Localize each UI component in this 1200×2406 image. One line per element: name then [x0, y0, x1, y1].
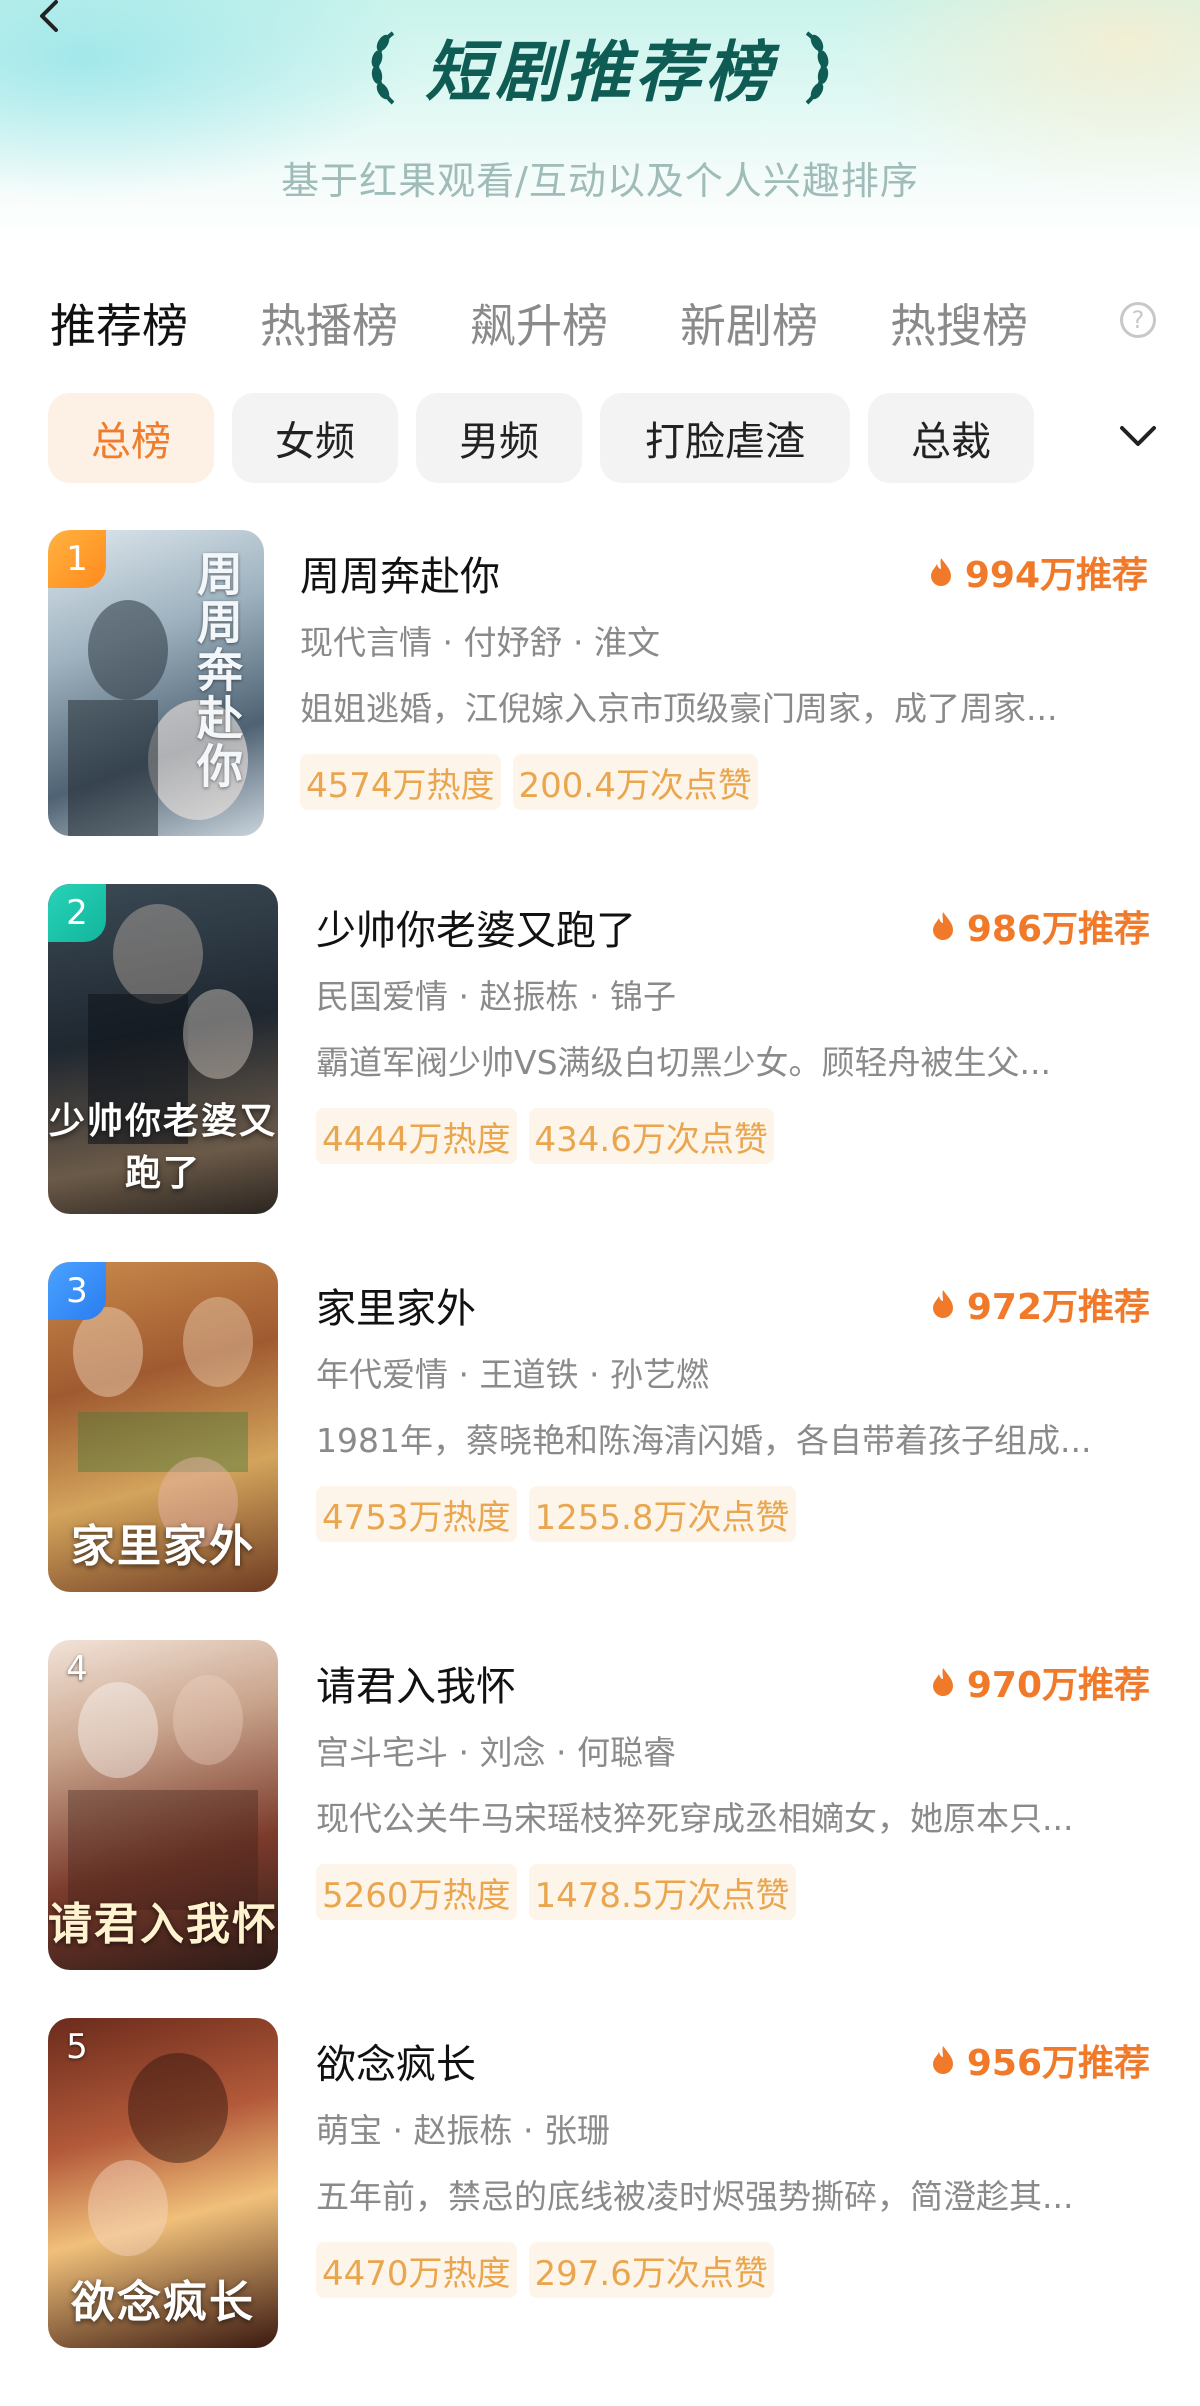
recommend-count: 970万推荐	[931, 1656, 1150, 1708]
tab-hot-play[interactable]: 热播榜	[260, 290, 398, 356]
chip-male[interactable]: 男频	[416, 393, 582, 483]
drama-meta: 萌宝 · 赵振栋 · 张珊	[316, 2111, 610, 2150]
poster-title: 欲念疯长	[71, 2277, 255, 2328]
likes-badge: 434.6万次点赞	[528, 1108, 774, 1164]
list-item[interactable]: 请君入我怀 4 请君入我怀 970万推荐 宫斗宅斗 · 刘念 · 何聪睿 现代公…	[0, 1640, 1200, 1970]
likes-badge: 1255.8万次点赞	[528, 1486, 796, 1542]
drama-poster[interactable]: 少帅你老婆又跑了 2	[48, 884, 278, 1214]
recommend-count: 956万推荐	[931, 2034, 1150, 2086]
heat-badge: 5260万热度	[316, 1864, 517, 1920]
flame-icon	[932, 1290, 953, 1318]
poster-title: 请君入我怀	[48, 1899, 278, 1950]
item-info: 欲念疯长 956万推荐 萌宝 · 赵振栋 · 张珊 五年前，禁忌的底线被凌时烬强…	[316, 2018, 1162, 2348]
page-subtitle: 基于红果观看/互动以及个人兴趣排序	[281, 159, 919, 203]
chip-female[interactable]: 女频	[232, 393, 398, 483]
stats-badges: 4444万热度 434.6万次点赞	[316, 1108, 786, 1164]
recommend-text: 970万推荐	[966, 1665, 1150, 1706]
item-info: 家里家外 972万推荐 年代爱情 · 王道铁 · 孙艺燃 1981年，蔡晓艳和陈…	[316, 1262, 1162, 1592]
laurel-right-icon	[805, 31, 829, 105]
drama-poster[interactable]: 周周奔赴你 1	[48, 530, 264, 836]
drama-poster[interactable]: 家里家外 3	[48, 1262, 278, 1592]
drama-poster[interactable]: 请君入我怀 4	[48, 1640, 278, 1970]
chip-revenge[interactable]: 打脸虐渣	[600, 393, 850, 483]
stats-badges: 4470万热度 297.6万次点赞	[316, 2242, 786, 2298]
page-title: 短剧推荐榜	[425, 34, 775, 111]
poster-title: 周周奔赴你	[190, 550, 244, 790]
drama-meta: 宫斗宅斗 · 刘念 · 何聪睿	[316, 1733, 676, 1772]
page-title-block: 短剧推荐榜	[0, 22, 1200, 112]
drama-meta: 年代爱情 · 王道铁 · 孙艺燃	[316, 1355, 709, 1394]
flame-icon	[932, 1668, 953, 1696]
likes-badge: 200.4万次点赞	[512, 754, 758, 810]
stats-badges: 5260万热度 1478.5万次点赞	[316, 1864, 808, 1920]
item-info: 周周奔赴你 994万推荐 现代言情 · 付妤舒 · 淮文 姐姐逃婚，江倪嫁入京市…	[300, 530, 1160, 860]
chip-ceo[interactable]: 总裁	[868, 393, 1034, 483]
drama-description: 现代公关牛马宋瑶枝猝死穿成丞相嫡女，她原本只...	[316, 1799, 1074, 1838]
rank-badge: 1	[48, 530, 106, 588]
heat-badge: 4574万热度	[300, 754, 501, 810]
drama-meta: 民国爱情 · 赵振栋 · 锦子	[316, 977, 676, 1016]
drama-description: 姐姐逃婚，江倪嫁入京市顶级豪门周家，成了周家...	[300, 689, 1058, 728]
rank-badge: 5	[66, 2027, 88, 2067]
drama-description: 五年前，禁忌的底线被凌时烬强势撕碎，简澄趁其...	[316, 2177, 1074, 2216]
flame-icon	[932, 2046, 953, 2074]
drama-description: 霸道军阀少帅VS满级白切黑少女。顾轻舟被生父...	[316, 1043, 1051, 1082]
rank-badge: 4	[66, 1649, 88, 1689]
drama-title[interactable]: 欲念疯长	[316, 2032, 476, 2090]
recommend-text: 994万推荐	[964, 555, 1148, 596]
stats-badges: 4753万热度 1255.8万次点赞	[316, 1486, 808, 1542]
drama-title[interactable]: 请君入我怀	[316, 1654, 516, 1712]
recommend-text: 986万推荐	[966, 909, 1150, 950]
poster-title: 家里家外	[71, 1521, 255, 1572]
list-item[interactable]: 少帅你老婆又跑了 2 少帅你老婆又跑了 986万推荐 民国爱情 · 赵振栋 · …	[0, 884, 1200, 1214]
drama-title[interactable]: 周周奔赴你	[300, 544, 500, 602]
likes-badge: 297.6万次点赞	[528, 2242, 774, 2298]
heat-badge: 4444万热度	[316, 1108, 517, 1164]
heat-badge: 4470万热度	[316, 2242, 517, 2298]
tab-new[interactable]: 新剧榜	[680, 290, 818, 356]
category-chips: 总榜 女频 男频 打脸虐渣 总裁	[48, 393, 1108, 483]
recommend-text: 972万推荐	[966, 1287, 1150, 1328]
list-item[interactable]: 欲念疯长 5 欲念疯长 956万推荐 萌宝 · 赵振栋 · 张珊 五年前，禁忌的…	[0, 2018, 1200, 2348]
likes-badge: 1478.5万次点赞	[528, 1864, 796, 1920]
item-info: 请君入我怀 970万推荐 宫斗宅斗 · 刘念 · 何聪睿 现代公关牛马宋瑶枝猝死…	[316, 1640, 1162, 1970]
tab-recommend[interactable]: 推荐榜	[50, 290, 188, 356]
rank-badge: 2	[48, 884, 106, 942]
tab-hot-search[interactable]: 热搜榜	[890, 290, 1028, 356]
tab-rising[interactable]: 飙升榜	[470, 290, 608, 356]
list-item[interactable]: 家里家外 3 家里家外 972万推荐 年代爱情 · 王道铁 · 孙艺燃 1981…	[0, 1262, 1200, 1592]
drama-poster[interactable]: 欲念疯长 5	[48, 2018, 278, 2348]
help-icon[interactable]: ?	[1120, 302, 1156, 338]
chevron-down-icon[interactable]	[1118, 420, 1158, 454]
recommend-count: 972万推荐	[931, 1278, 1150, 1330]
rank-badge: 3	[48, 1262, 106, 1320]
drama-description: 1981年，蔡晓艳和陈海清闪婚，各自带着孩子组成...	[316, 1421, 1092, 1460]
drama-meta: 现代言情 · 付妤舒 · 淮文	[300, 623, 660, 662]
ranking-tabs: 推荐榜 热播榜 飙升榜 新剧榜 热搜榜	[50, 288, 1160, 358]
recommend-text: 956万推荐	[966, 2043, 1150, 2084]
list-item[interactable]: 周周奔赴你 1 周周奔赴你 994万推荐 现代言情 · 付妤舒 · 淮文 姐姐逃…	[0, 530, 1200, 860]
flame-icon	[932, 912, 953, 940]
chips-fade	[1060, 393, 1090, 483]
poster-title: 少帅你老婆又跑了	[48, 1100, 277, 1194]
heat-badge: 4753万热度	[316, 1486, 517, 1542]
drama-title[interactable]: 少帅你老婆又跑了	[316, 898, 636, 956]
stats-badges: 4574万热度 200.4万次点赞	[300, 754, 770, 810]
laurel-left-icon	[371, 31, 395, 105]
drama-title[interactable]: 家里家外	[316, 1276, 476, 1334]
chip-all[interactable]: 总榜	[48, 393, 214, 483]
recommend-count: 994万推荐	[929, 546, 1148, 598]
recommend-count: 986万推荐	[931, 900, 1150, 952]
flame-icon	[930, 558, 951, 586]
item-info: 少帅你老婆又跑了 986万推荐 民国爱情 · 赵振栋 · 锦子 霸道军阀少帅VS…	[316, 884, 1162, 1214]
